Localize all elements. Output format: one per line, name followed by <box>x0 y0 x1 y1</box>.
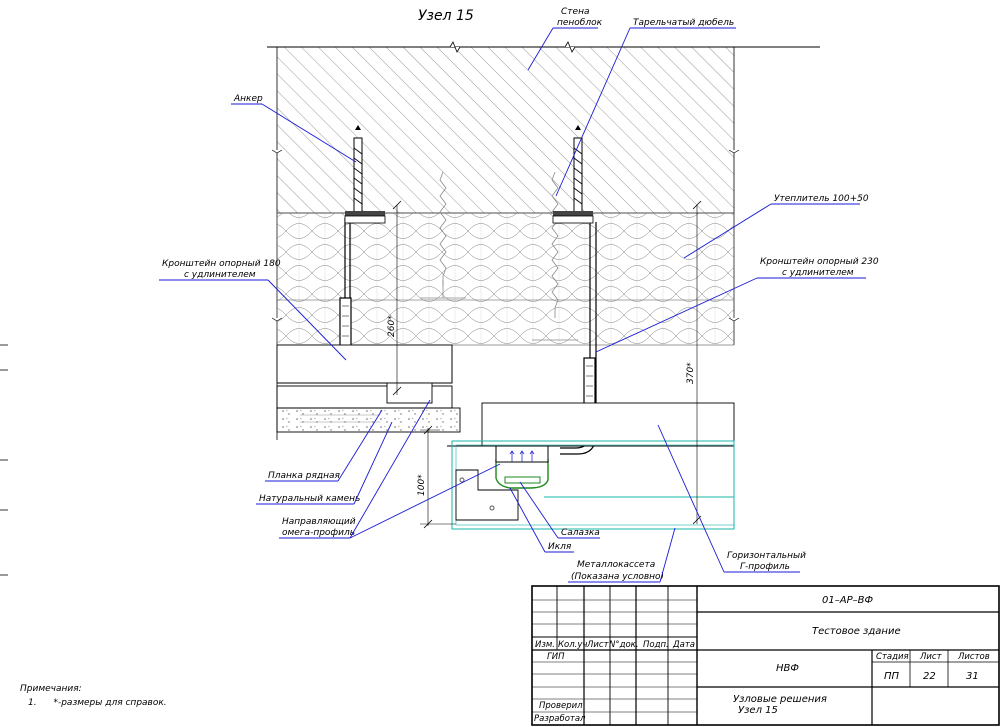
tb-col-izm: Изм. <box>535 640 555 650</box>
svg-text:Икля: Икля <box>548 542 572 552</box>
svg-text:Кронштейн опорный 180: Кронштейн опорный 180 <box>162 259 281 269</box>
label-g-profile: Горизонтальный Г-профиль <box>657 424 806 573</box>
upper-cladding <box>276 344 461 433</box>
note-item: 1. *-размеры для справок. <box>20 696 167 710</box>
tb-sheet-title-2: Узел 15 <box>738 705 778 716</box>
tb-role-checked: Проверил <box>539 701 583 711</box>
tb-section: НВФ <box>776 663 799 674</box>
svg-text:Горизонтальный: Горизонтальный <box>727 551 806 561</box>
svg-text:Салазка: Салазка <box>561 528 600 538</box>
tb-object: Тестовое здание <box>812 626 901 637</box>
tb-stage-label: Стадия <box>876 652 909 662</box>
svg-text:Стена: Стена <box>561 7 589 17</box>
tb-code: 01–АР–ВФ <box>822 595 873 606</box>
slide-hook <box>495 445 549 489</box>
tb-stage: ПП <box>884 671 900 682</box>
note-num: 1. <box>28 698 37 708</box>
label-slide: Салазка <box>519 481 600 539</box>
dim-260-text: 260* <box>387 315 397 337</box>
tb-role-developed: Разработал <box>534 714 586 724</box>
cassette-area <box>447 402 735 530</box>
label-stone: Натуральный камень <box>256 421 393 505</box>
svg-text:Г-профиль: Г-профиль <box>740 562 790 572</box>
svg-text:с удлинителем: с удлинителем <box>184 270 256 280</box>
svg-text:Планка рядная: Планка рядная <box>268 471 340 481</box>
tb-role-gip: ГИП <box>547 652 565 662</box>
tb-col-podp: Подп. <box>643 640 669 650</box>
drawing-title: Узел 15 <box>418 8 474 24</box>
svg-text:Натуральный камень: Натуральный камень <box>259 494 360 504</box>
svg-text:Утеплитель 100+50: Утеплитель 100+50 <box>774 194 869 204</box>
label-hook: Икля <box>509 487 574 553</box>
tb-col-kol: Кол.уч <box>558 640 587 650</box>
svg-text:пеноблок: пеноблок <box>557 18 603 28</box>
notes: Примечания: 1. *-размеры для справок. <box>20 682 167 710</box>
dimension-100: 100* <box>417 425 456 529</box>
title-block-text: 01–АР–ВФ Тестовое здание НВФ Узловые реш… <box>534 595 990 724</box>
tb-sheet-label: Лист <box>919 652 943 662</box>
svg-text:Анкер: Анкер <box>233 94 263 104</box>
svg-text:(Показана условно): (Показана условно) <box>571 572 664 582</box>
tb-sheet-title-1: Узловые решения <box>733 694 827 705</box>
notes-heading: Примечания: <box>20 684 82 694</box>
svg-text:Кронштейн опорный 230: Кронштейн опорный 230 <box>760 257 879 267</box>
tb-col-doc: N°док. <box>609 640 639 650</box>
svg-text:омега-профиль: омега-профиль <box>282 528 355 538</box>
svg-text:Металлокассета: Металлокассета <box>577 560 655 570</box>
svg-text:Тарельчатый дюбель: Тарельчатый дюбель <box>633 18 734 28</box>
tb-col-data: Дата <box>672 640 695 650</box>
tb-col-list: Лист <box>586 640 610 650</box>
sheet-frame-marks <box>0 344 8 576</box>
detail-drawing: Узел 15 260* 370* 100* Стена пеноблок Та… <box>0 7 1000 726</box>
svg-text:с удлинителем: с удлинителем <box>782 268 854 278</box>
tb-sheets: 31 <box>966 671 979 682</box>
tb-sheet: 22 <box>923 671 936 682</box>
dim-100-text: 100* <box>417 474 427 496</box>
svg-text:Направляющий: Направляющий <box>282 517 356 527</box>
note-text: *-размеры для справок. <box>53 698 167 708</box>
dim-370-text: 370* <box>686 362 696 384</box>
tb-sheets-label: Листов <box>957 652 990 662</box>
